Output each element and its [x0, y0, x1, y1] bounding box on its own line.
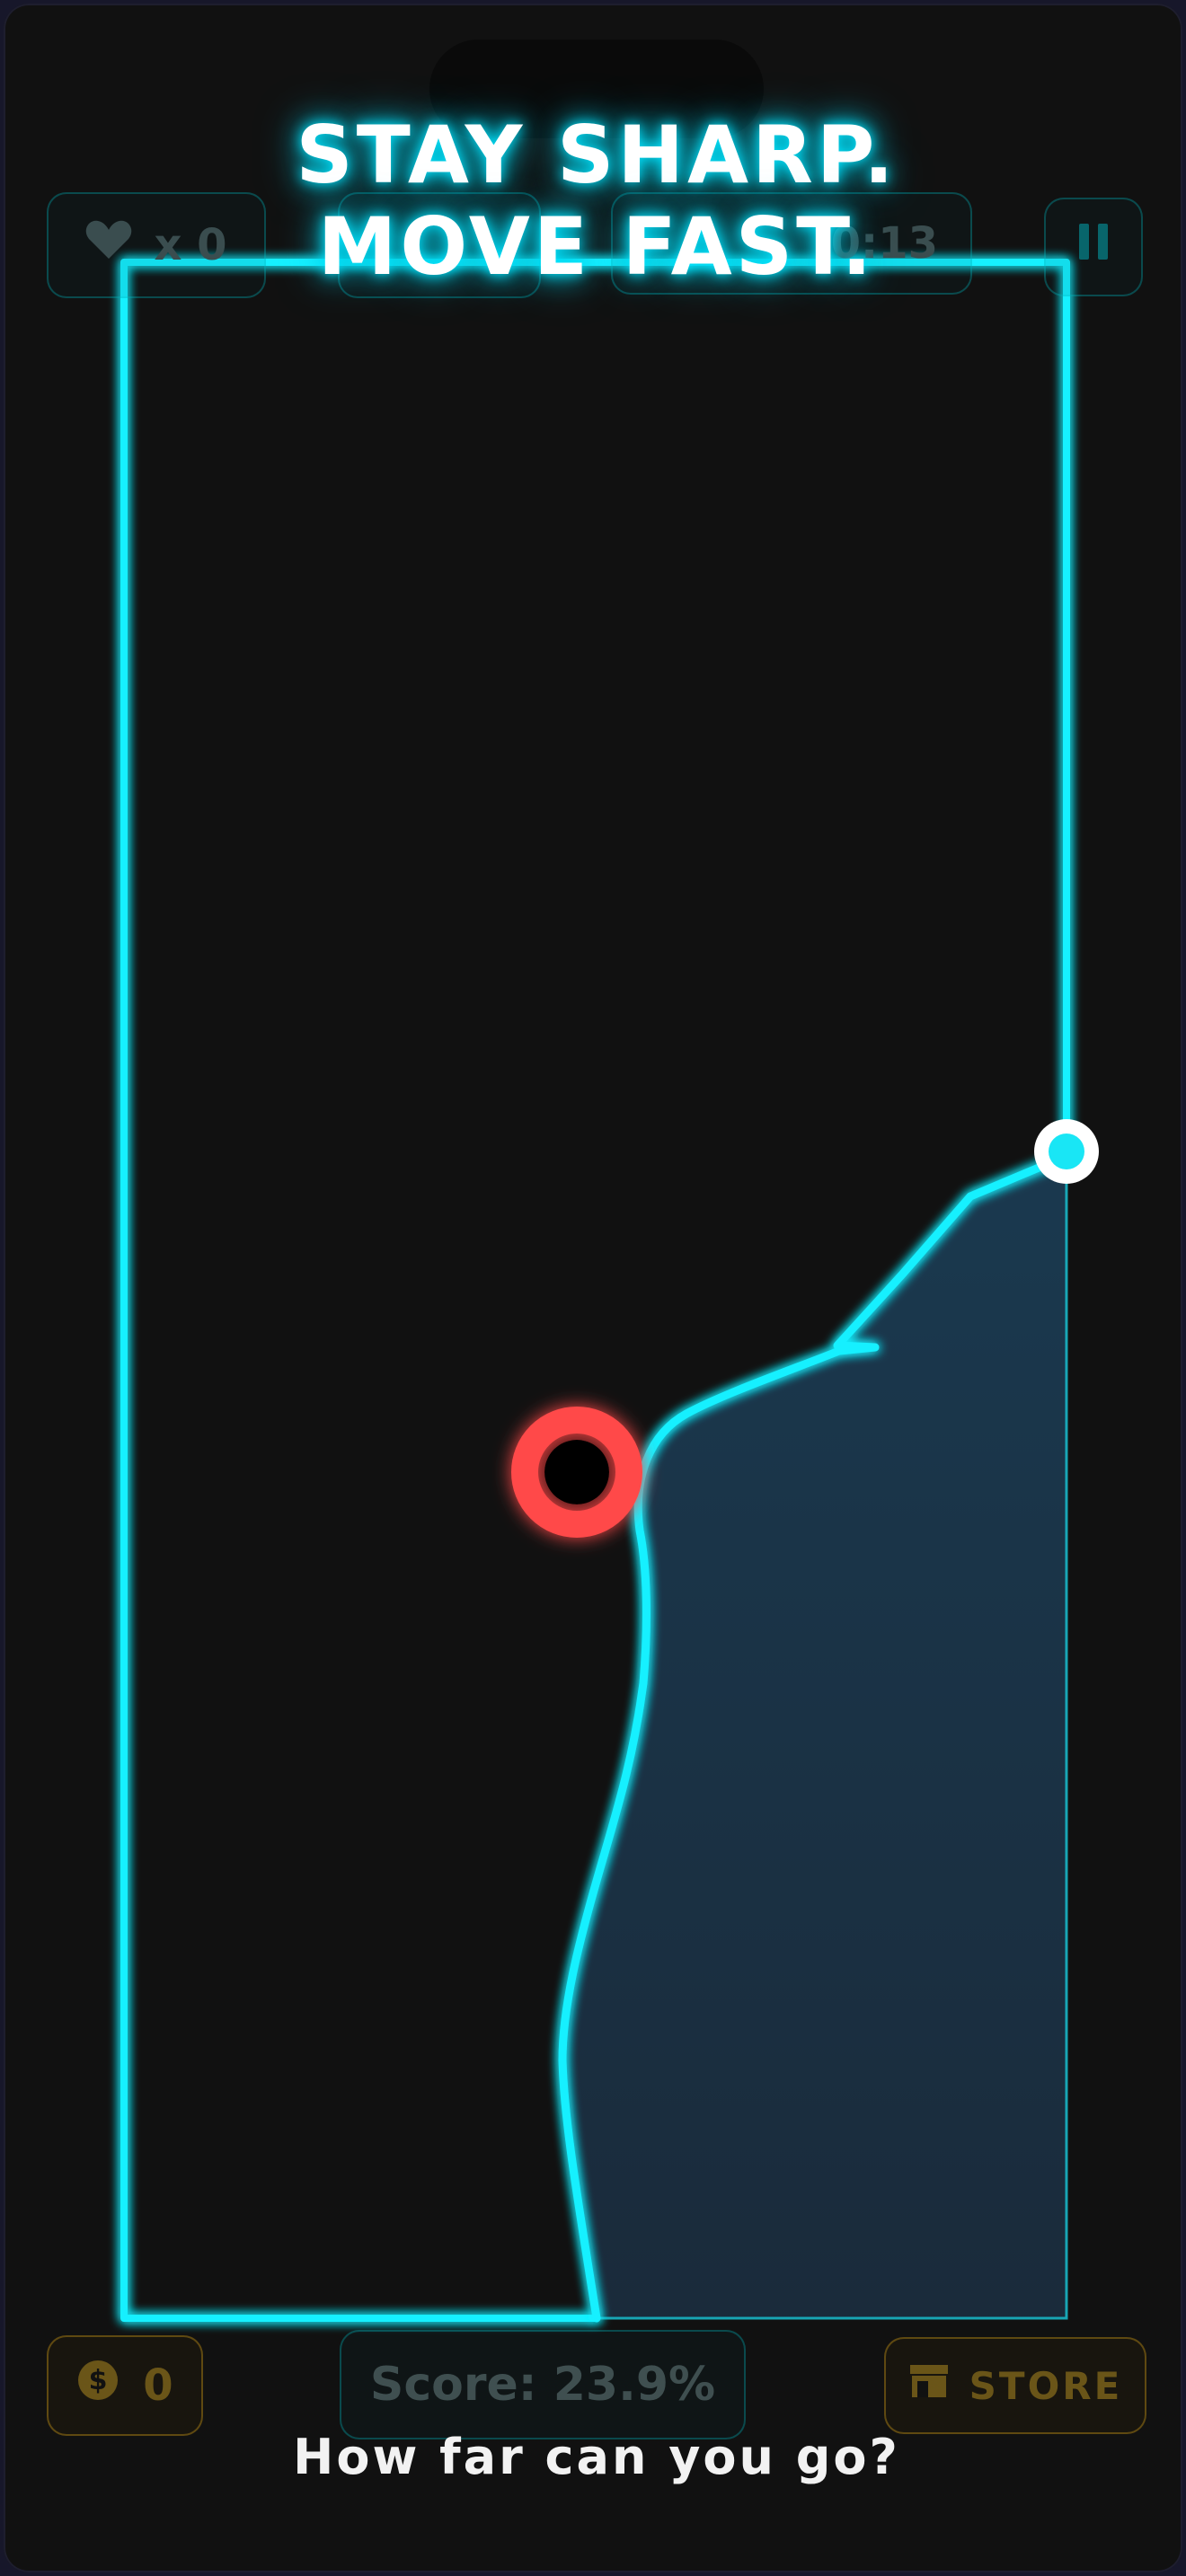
coins-counter: $ 0 [47, 2335, 203, 2436]
svg-text:$: $ [89, 2365, 108, 2396]
player-cursor[interactable] [1034, 1119, 1099, 1184]
store-label: STORE [969, 2363, 1123, 2408]
store-button[interactable]: STORE [884, 2337, 1146, 2434]
dollar-coin-icon: $ [76, 2359, 119, 2413]
promo-headline: STAY SHARP. MOVE FAST. [4, 110, 1182, 293]
game-screen: x 0 0:13 STAY SHARP. MOVE FAST. $ 0 Scor… [4, 4, 1182, 2572]
playfield[interactable] [4, 4, 1182, 2572]
headline-line-1: STAY SHARP. [296, 109, 898, 201]
headline-line-2: MOVE FAST. [317, 200, 876, 293]
coins-value: 0 [143, 2360, 173, 2411]
tagline: How far can you go? [293, 2429, 900, 2485]
score-label: Score: 23.9% [369, 2358, 716, 2412]
score-display: Score: 23.9% [340, 2330, 746, 2439]
store-icon [908, 2363, 950, 2408]
enemy-ball [511, 1407, 642, 1538]
